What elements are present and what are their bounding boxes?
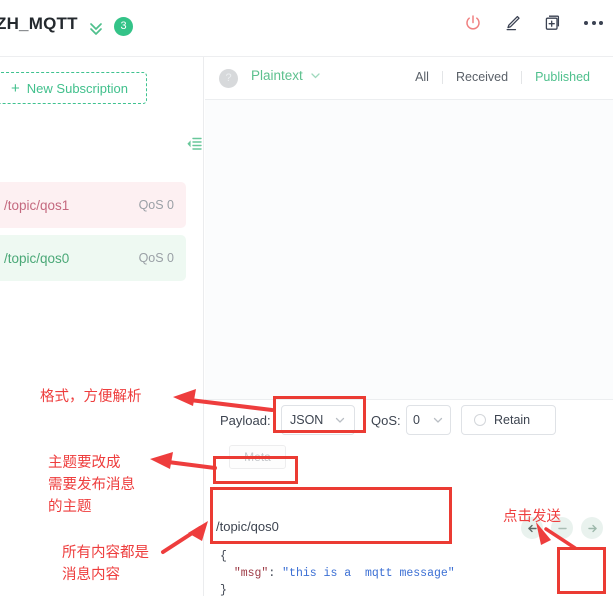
plus-icon: + [11,79,20,97]
filter-tab-published[interactable]: Published [522,70,603,84]
publish-qos-value: 0 [413,413,420,427]
top-bar-actions [462,12,605,34]
new-subscription-button[interactable]: + New Subscription [0,72,147,104]
copy-plus-icon[interactable] [542,12,564,34]
new-subscription-label: New Subscription [26,80,128,96]
subscription-item-1[interactable]: /topic/qos0 QoS 0 [0,235,186,281]
payload-label: Payload: [220,413,271,428]
editor-json-key: "msg" [233,567,269,580]
power-icon[interactable] [462,12,484,34]
arrow-right-icon[interactable] [581,517,603,539]
annotation-send-note: 点击发送 [503,509,561,525]
chevrons-down-icon[interactable] [86,18,106,38]
subscription-topic: /topic/qos0 [4,250,70,266]
publish-options-row: Payload: JSON QoS: 0 Retain [205,404,613,440]
connection-title: ZH_MQTT [0,14,78,33]
message-list[interactable] [205,100,613,400]
publish-payload-editor[interactable]: { "msg": "this is a mqtt message" } [214,545,462,596]
chevron-down-icon [433,417,443,423]
subscription-item-0[interactable]: /topic/qos1 QoS 0 [0,182,186,228]
subscription-qos: QoS 0 [138,198,174,212]
retain-label: Retain [494,413,531,427]
help-icon[interactable]: ? [219,69,238,88]
publish-topic-input[interactable] [214,512,464,540]
retain-radio-icon [474,414,486,426]
mqttx-window: ZH_MQTT 3 + New Subscription /topic/qos1… [0,0,613,596]
pencil-edit-icon[interactable] [502,12,524,34]
collapse-panel-icon[interactable] [185,135,203,158]
annotation-topic-note: 主题要改成 需要发布消息 的主题 [48,455,135,515]
editor-line-1: "msg": "this is a mqtt message" [233,567,455,580]
subscription-topic: /topic/qos1 [4,197,70,213]
publish-payload-select[interactable]: JSON [281,405,355,435]
editor-json-value: "this is a mqtt message" [282,567,455,580]
more-dots-icon[interactable] [582,15,605,31]
message-filter-tabs: All Received Published [402,70,603,84]
retain-toggle[interactable]: Retain [461,405,556,435]
publish-payload-value: JSON [290,413,324,427]
publish-qos-select[interactable]: 0 [406,405,451,435]
editor-line-0: { [220,550,227,563]
editor-line-2: } [220,584,227,596]
subscription-count-badge: 3 [114,17,133,36]
payload-format-label: Plaintext [251,68,303,83]
publish-qos-label: QoS: [371,413,401,428]
filter-tab-all[interactable]: All [402,70,442,84]
annotation-format-note: 格式，方便解析 [40,389,142,405]
payload-format-dropdown[interactable]: Plaintext [251,68,321,83]
annotation-content-note: 所有内容都是 消息内容 [62,545,149,583]
chevron-down-icon [335,417,345,423]
subscription-qos: QoS 0 [138,251,174,265]
message-toolbar: ? Plaintext All Received Published [205,57,613,100]
chevron-down-icon [311,73,320,79]
filter-tab-received[interactable]: Received [443,70,521,84]
meta-button[interactable]: Meta [229,445,286,469]
top-bar: ZH_MQTT 3 [0,0,613,57]
